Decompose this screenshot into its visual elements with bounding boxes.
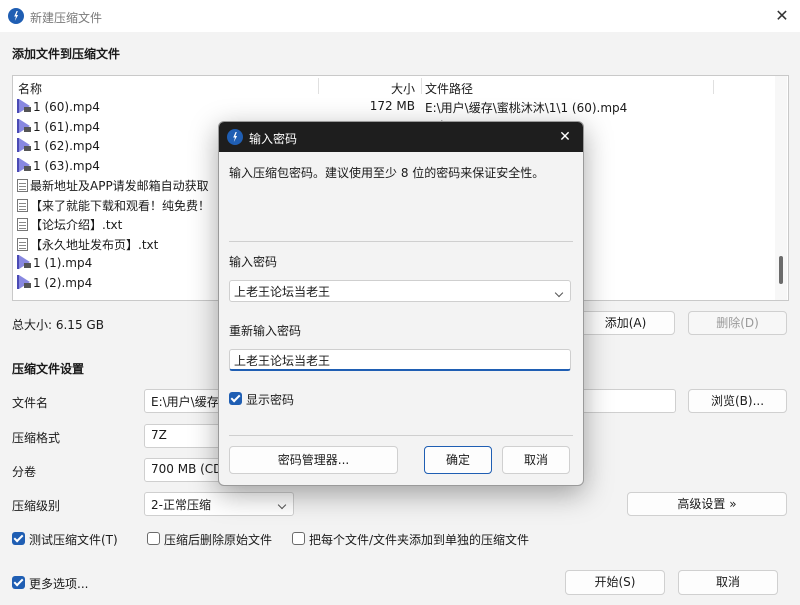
column-header-name[interactable]: 名称 xyxy=(18,80,42,97)
file-name: 最新地址及APP请发邮箱自动获取 xyxy=(30,179,209,193)
video-file-icon xyxy=(17,99,31,113)
filename-label: 文件名 xyxy=(12,396,49,410)
level-select[interactable]: 2-正常压缩 xyxy=(144,492,294,516)
file-name: 【永久地址发布页】.txt xyxy=(30,237,159,252)
file-row[interactable]: 1 (60).mp4 172 MB E:\用户\缓存\蜜桃沐沐\1\1 (60).m… xyxy=(13,97,773,116)
volume-label: 分卷 xyxy=(12,465,37,479)
file-name: 1 (60).mp4 xyxy=(33,100,100,114)
test-archive-checkbox[interactable] xyxy=(12,532,25,545)
delete-button[interactable]: 删除(D) xyxy=(688,311,787,335)
file-name: 1 (1).mp4 xyxy=(33,256,93,270)
password-hint: 输入压缩包密码。建议使用至少 8 位的密码来保证安全性。 xyxy=(229,166,545,180)
ok-button[interactable]: 确定 xyxy=(424,446,492,474)
more-options-label[interactable]: 更多选项... xyxy=(29,575,88,592)
settings-section-title: 压缩文件设置 xyxy=(12,362,85,376)
total-size: 总大小: 6.15 GB xyxy=(12,318,104,332)
text-file-icon xyxy=(17,179,28,192)
app-logo-icon xyxy=(8,8,24,24)
file-name: 1 (62).mp4 xyxy=(33,139,100,153)
file-name-cell: 1 (60).mp4 xyxy=(17,99,317,114)
app-logo-icon xyxy=(227,129,243,145)
separate-archives-label[interactable]: 把每个文件/文件夹添加到单独的压缩文件 xyxy=(309,531,529,548)
dialog-cancel-button[interactable]: 取消 xyxy=(502,446,570,474)
video-file-icon xyxy=(17,274,31,289)
text-file-icon xyxy=(17,218,28,231)
column-header-size[interactable]: 大小 xyxy=(313,80,415,97)
advanced-settings-button[interactable]: 高级设置 » xyxy=(627,492,787,516)
password-label: 输入密码 xyxy=(229,255,278,269)
delete-after-label[interactable]: 压缩后删除原始文件 xyxy=(164,531,272,548)
video-file-icon xyxy=(17,255,31,269)
start-button[interactable]: 开始(S) xyxy=(565,570,665,595)
file-list-scrollbar[interactable] xyxy=(775,76,787,300)
file-name: 1 (61).mp4 xyxy=(33,119,100,134)
add-button[interactable]: 添加(A) xyxy=(576,311,675,335)
password-dialog-titlebar: 输入密码 ✕ xyxy=(219,122,583,152)
password-dialog-title: 输入密码 xyxy=(249,132,298,146)
divider xyxy=(229,241,573,242)
separate-archives-checkbox[interactable] xyxy=(292,532,305,545)
file-size: 172 MB xyxy=(369,99,415,113)
file-name: 【论坛介绍】.txt xyxy=(30,218,123,232)
password-input[interactable]: 上老王论坛当老王 xyxy=(229,280,571,302)
close-icon[interactable]: ✕ xyxy=(555,127,575,147)
close-icon[interactable]: ✕ xyxy=(770,6,794,26)
show-password-checkbox[interactable] xyxy=(229,392,242,405)
video-file-icon xyxy=(17,157,31,172)
file-name: 【来了就能下载和观看！纯免费！ xyxy=(30,198,211,213)
window-title: 新建压缩文件 xyxy=(30,11,103,25)
column-divider[interactable] xyxy=(713,80,714,94)
test-archive-label[interactable]: 测试压缩文件(T) xyxy=(29,531,118,548)
column-divider[interactable] xyxy=(421,78,422,94)
format-label: 压缩格式 xyxy=(12,431,61,445)
scrollbar-thumb[interactable] xyxy=(779,256,783,284)
reenter-password-input[interactable]: 上老王论坛当老王 xyxy=(229,349,571,371)
reenter-password-label: 重新输入密码 xyxy=(229,324,302,338)
browse-button[interactable]: 浏览(B)... xyxy=(688,389,787,413)
more-options-checkbox[interactable] xyxy=(12,576,25,589)
cancel-button[interactable]: 取消 xyxy=(678,570,778,595)
add-files-section-title: 添加文件到压缩文件 xyxy=(12,47,121,61)
video-file-icon xyxy=(17,138,31,152)
title-bar: 新建压缩文件 ✕ xyxy=(0,0,800,32)
text-file-icon xyxy=(17,198,28,212)
level-label: 压缩级别 xyxy=(12,499,61,513)
file-name: 1 (63).mp4 xyxy=(33,158,100,173)
password-dialog: 输入密码 ✕ 输入压缩包密码。建议使用至少 8 位的密码来保证安全性。 输入密码… xyxy=(218,121,584,486)
divider xyxy=(229,435,573,436)
file-name: 1 (2).mp4 xyxy=(33,275,93,290)
password-manager-button[interactable]: 密码管理器... xyxy=(229,446,398,474)
column-header-path[interactable]: 文件路径 xyxy=(425,80,473,97)
file-path: E:\用户\缓存\蜜桃沐沐\1\1 (60).mp4 xyxy=(425,101,628,115)
video-file-icon xyxy=(17,118,31,133)
delete-after-checkbox[interactable] xyxy=(147,532,160,545)
text-file-icon xyxy=(17,237,28,251)
show-password-label[interactable]: 显示密码 xyxy=(246,391,294,408)
